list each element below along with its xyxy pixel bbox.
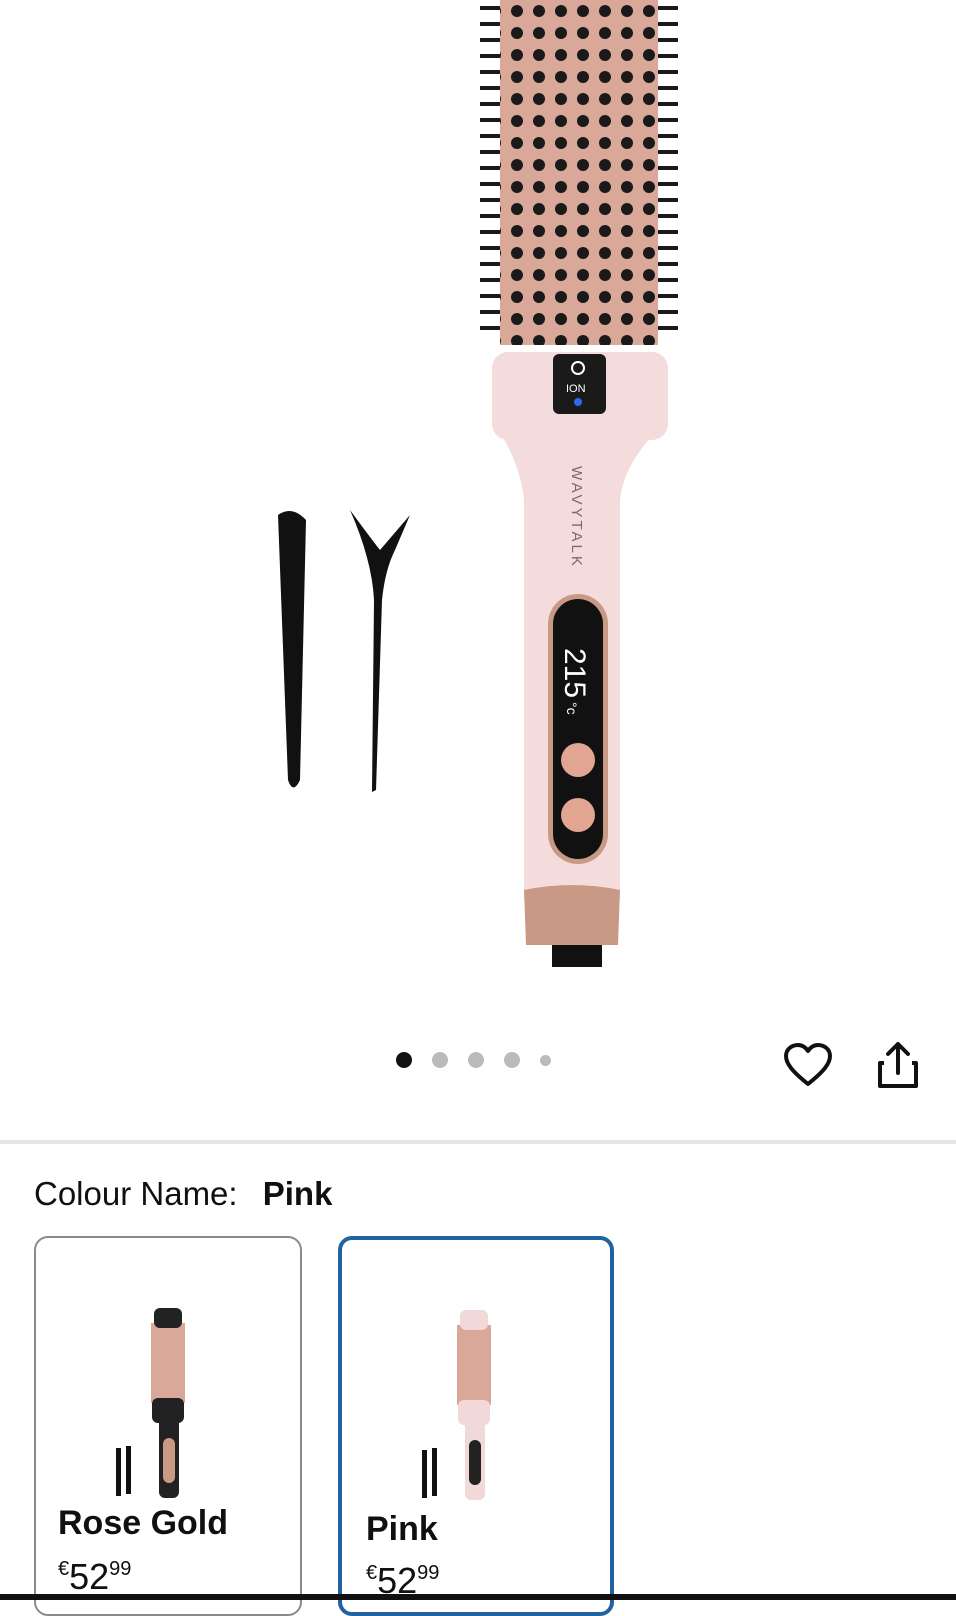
heart-icon [784, 1043, 832, 1086]
carousel-dot[interactable] [540, 1054, 551, 1066]
colour-name-value: Pink [262, 1175, 333, 1212]
rose-gold-thumbnail [116, 1308, 185, 1498]
option-name: Rose Gold [58, 1504, 229, 1542]
colour-selector-label: Colour Name: Pink [34, 1175, 332, 1213]
wishlist-button[interactable] [780, 1037, 836, 1093]
colour-option-rose-gold[interactable]: Rose Gold €5299 [34, 1236, 302, 1616]
carousel-dot[interactable] [468, 1052, 484, 1068]
colour-name-label: Colour Name: [34, 1175, 238, 1212]
carousel-dot[interactable] [432, 1052, 448, 1068]
product-image-carousel[interactable]: ION WAVYTALK 215 °c [0, 0, 956, 1000]
pink-thumbnail [422, 1310, 491, 1500]
section-divider [0, 1140, 956, 1144]
brand-text: WAVYTALK [568, 466, 585, 569]
carousel-dot[interactable] [504, 1052, 520, 1068]
option-price: €5299 [58, 1556, 132, 1597]
carousel-indicator[interactable] [396, 1052, 551, 1068]
temp-display: 215 [558, 648, 591, 698]
colour-option-pink[interactable]: Pink €5299 [338, 1236, 614, 1616]
ion-label: ION [566, 383, 586, 395]
carousel-dot[interactable] [396, 1052, 412, 1068]
option-name: Pink [366, 1510, 438, 1548]
bottom-edge [0, 1594, 956, 1600]
share-icon [878, 1042, 918, 1088]
share-button[interactable] [870, 1037, 926, 1093]
product-image: ION WAVYTALK 215 °c [278, 0, 678, 967]
temp-unit: °c [564, 702, 580, 715]
